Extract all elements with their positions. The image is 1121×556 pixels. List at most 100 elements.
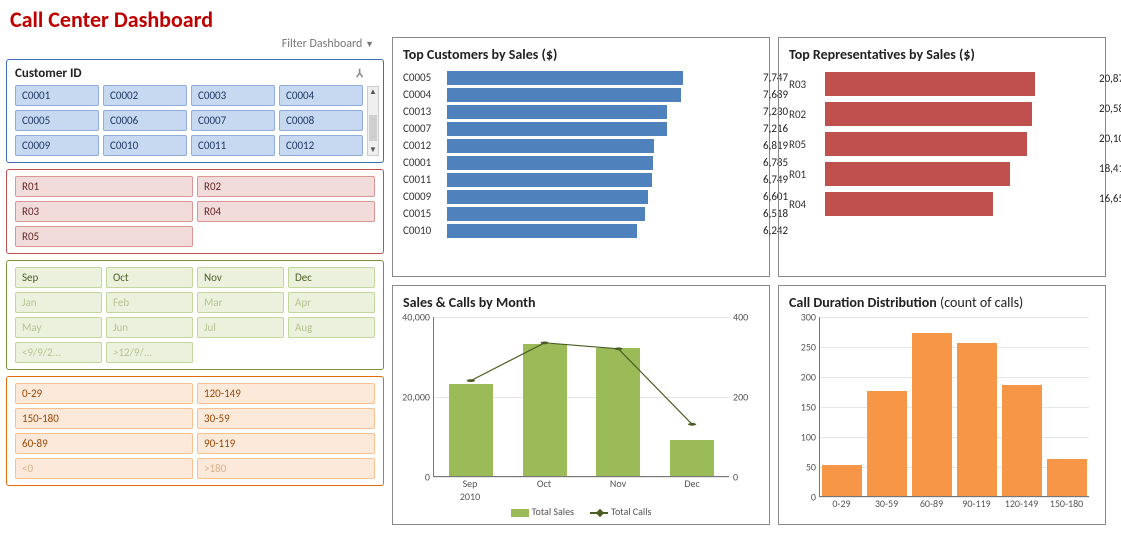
bar-sales [596, 348, 640, 476]
slicer-chip[interactable]: >180 [197, 458, 375, 479]
slicer-chip[interactable]: C0001 [15, 85, 99, 106]
slicer-rep: R01R02R03R04R05 [6, 169, 384, 254]
bar-customer: C00057,747 [403, 69, 759, 86]
slicer-duration-body: 0-29120-149150-18030-5960-8990-119<0>180 [15, 383, 375, 479]
legend-label-calls: Total Calls [611, 505, 651, 518]
legend-label-sales: Total Sales [532, 505, 574, 518]
slicer-chip[interactable]: C0008 [279, 110, 363, 131]
scroll-up-icon[interactable]: ▲ [369, 87, 377, 97]
xlabel: 30-59 [864, 497, 909, 510]
slicer-chip[interactable]: May [15, 317, 102, 338]
ytick-right: 400 [733, 311, 759, 324]
ytick: 0 [788, 491, 816, 504]
panel-top-reps: Top Representatives by Sales ($) R0320,8… [778, 37, 1106, 277]
chart-sales-calls: 020,00040,0000200400 [433, 317, 729, 477]
slicer-chip[interactable]: R03 [15, 201, 193, 222]
panel-call-duration: Call Duration Distribution (count of cal… [778, 285, 1106, 525]
bar-label: C0001 [403, 156, 447, 169]
slicer-chip[interactable]: Jan [15, 292, 102, 313]
slicer-chip[interactable]: C0009 [15, 135, 99, 156]
slicer-chip[interactable]: Dec [288, 267, 375, 288]
scrollbar[interactable]: ▲ ▼ [367, 86, 379, 156]
slicer-chip[interactable]: 60-89 [15, 433, 193, 454]
bar-customer: C00077,216 [403, 120, 759, 137]
legend-swatch-sales [511, 509, 529, 517]
bar-label: R04 [789, 198, 825, 211]
sales-calls-legend: Total Sales Total Calls [403, 505, 759, 518]
slicer-chip[interactable]: C0003 [191, 85, 275, 106]
slicer-chip[interactable]: C0005 [15, 110, 99, 131]
slicer-chip[interactable]: Jul [197, 317, 284, 338]
slicer-chip[interactable]: C0002 [103, 85, 187, 106]
slicer-chip[interactable]: C0004 [279, 85, 363, 106]
slicer-chip[interactable]: 90-119 [197, 433, 375, 454]
bar-value: 16,651 [1099, 192, 1121, 206]
bar-label: R05 [789, 138, 825, 151]
slicer-chip[interactable]: C0010 [103, 135, 187, 156]
slicer-chip[interactable]: Sep [15, 267, 102, 288]
scroll-thumb[interactable] [369, 115, 377, 141]
bar-label: R01 [789, 168, 825, 181]
bar-customer: C00096,601 [403, 188, 759, 205]
slicer-chip[interactable]: 30-59 [197, 408, 375, 429]
slicer-chip[interactable]: >12/9/... [106, 342, 193, 363]
xlabel: 90-119 [954, 497, 999, 510]
slicer-customer-body: C0001C0002C0003C0004 C0005C0006C0007C0008… [15, 85, 363, 156]
filter-dashboard-link[interactable]: Filter Dashboard ▼ [6, 37, 384, 51]
bar-label: C0007 [403, 122, 447, 135]
ytick: 300 [788, 311, 816, 324]
xlabel: 0-29 [819, 497, 864, 510]
bar-duration [867, 391, 907, 496]
slicer-chip[interactable]: R01 [15, 176, 193, 197]
slicer-chip[interactable]: Oct [106, 267, 193, 288]
slicer-chip[interactable]: Mar [197, 292, 284, 313]
scroll-down-icon[interactable]: ▼ [369, 145, 377, 155]
ytick: 150 [788, 401, 816, 414]
slicer-chip[interactable]: <0 [15, 458, 193, 479]
ytick-right: 0 [733, 471, 759, 484]
bar-customer: C00126,819 [403, 137, 759, 154]
duration-xlabels: 0-2930-5960-8990-119120-149150-180 [819, 497, 1089, 510]
xlabel: 120-149 [999, 497, 1044, 510]
bar-sales [670, 440, 714, 476]
slicer-chip[interactable]: C0012 [279, 135, 363, 156]
slicer-chip[interactable]: 0-29 [15, 383, 193, 404]
slicer-chip[interactable]: Aug [288, 317, 375, 338]
chart-top-reps: R0320,872R0220,581R0520,104R0118,415R041… [789, 69, 1095, 219]
bar-value: 20,581 [1099, 102, 1121, 116]
bar-label: R02 [789, 108, 825, 121]
bar-value: 18,415 [1099, 162, 1121, 176]
bar-duration [822, 465, 862, 496]
ytick: 250 [788, 341, 816, 354]
slicer-chip[interactable]: R02 [197, 176, 375, 197]
panel-title-call-duration: Call Duration Distribution (count of cal… [789, 294, 1095, 311]
xlabel: Nov [581, 477, 655, 490]
slicer-chip[interactable]: R05 [15, 226, 193, 247]
slicer-chip[interactable]: Nov [197, 267, 284, 288]
slicer-customer-title: Customer ID [15, 66, 82, 81]
slicer-chip[interactable]: C0006 [103, 110, 187, 131]
slicer-chip[interactable]: 120-149 [197, 383, 375, 404]
ytick-left: 40,000 [402, 311, 430, 324]
slicer-chip[interactable]: Jun [106, 317, 193, 338]
xlabel: Oct [507, 477, 581, 490]
bar-label: C0012 [403, 139, 447, 152]
clear-filter-icon[interactable]: ⅄ [356, 67, 363, 80]
ytick-right: 200 [733, 391, 759, 404]
slicer-chip[interactable]: C0007 [191, 110, 275, 131]
bar-label: C0010 [403, 224, 447, 237]
bar-label: C0004 [403, 88, 447, 101]
bar-duration [912, 333, 952, 496]
slicer-chip[interactable]: Apr [288, 292, 375, 313]
bar-label: C0009 [403, 190, 447, 203]
slicer-chip[interactable]: Feb [106, 292, 193, 313]
bar-label: C0013 [403, 105, 447, 118]
bar-value: 20,104 [1099, 132, 1121, 146]
chart-call-duration: 050100150200250300 [819, 317, 1089, 497]
xlabel: 60-89 [909, 497, 954, 510]
bar-customer: C00116,749 [403, 171, 759, 188]
slicer-chip[interactable]: 150-180 [15, 408, 193, 429]
slicer-chip[interactable]: C0011 [191, 135, 275, 156]
slicer-chip[interactable]: R04 [197, 201, 375, 222]
slicer-chip[interactable]: <9/9/2... [15, 342, 102, 363]
